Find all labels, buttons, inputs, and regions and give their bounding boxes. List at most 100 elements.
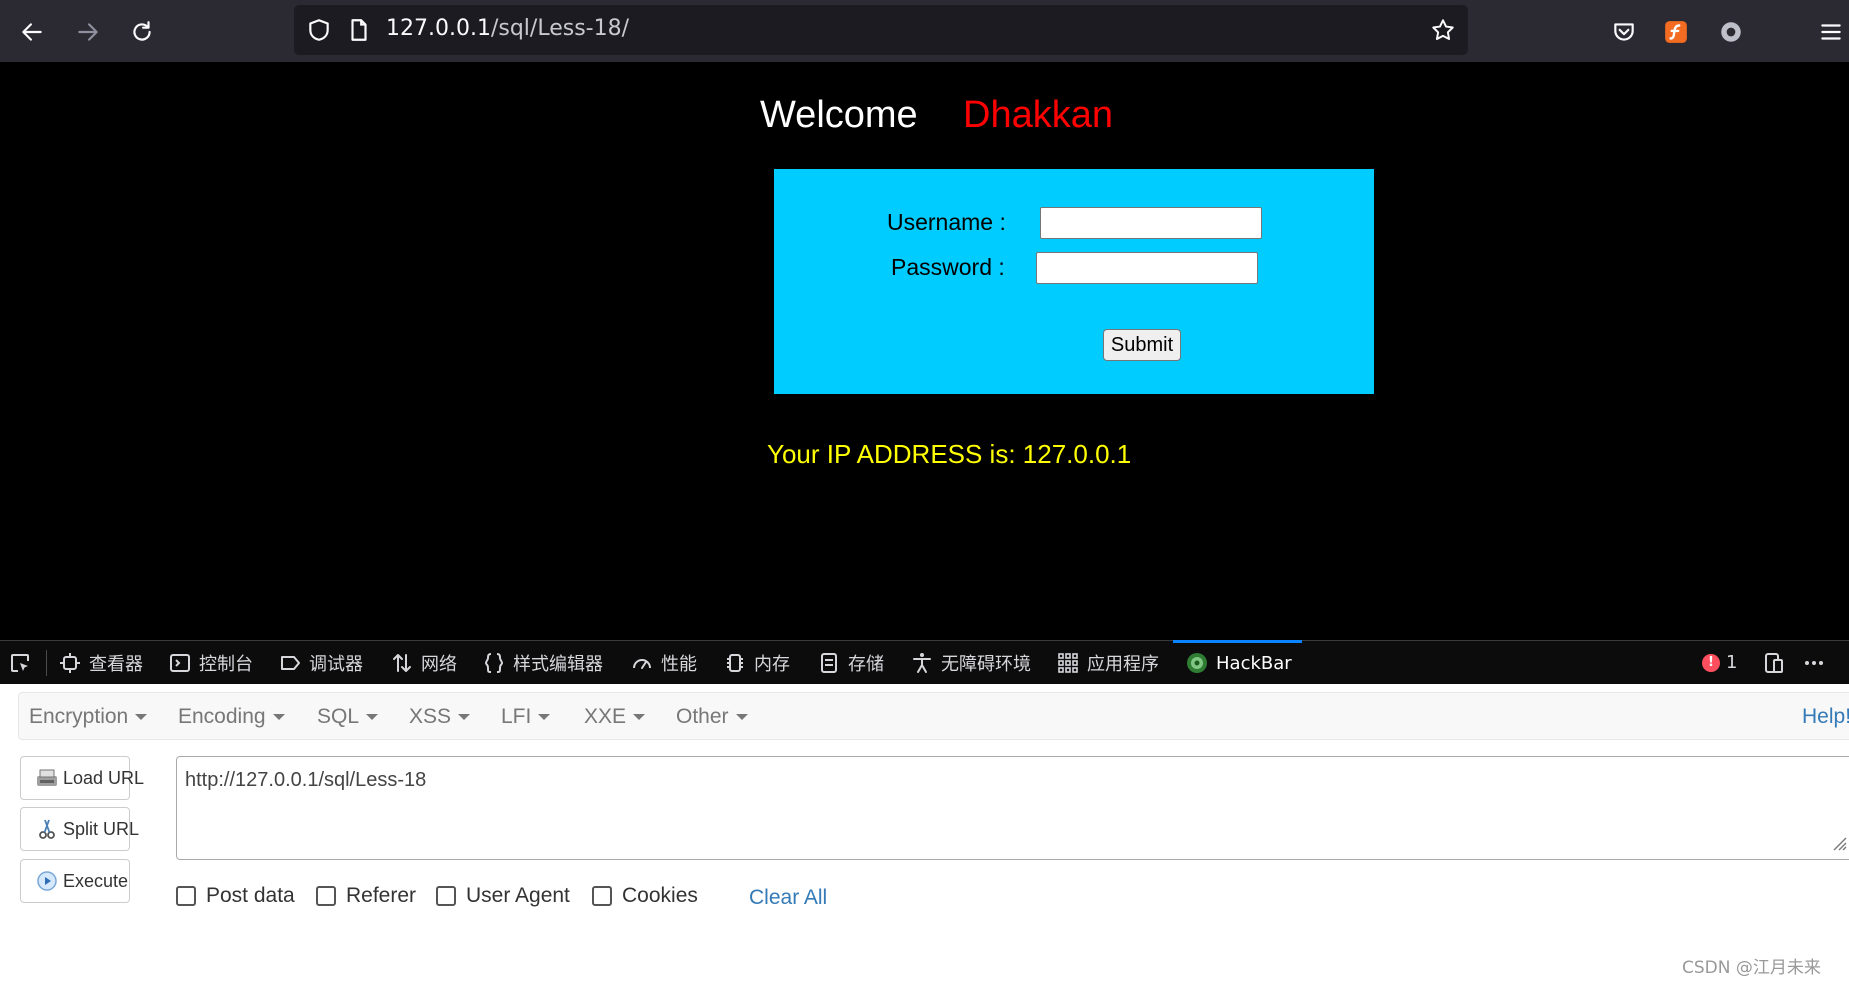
checkbox-user-agent[interactable]: User Agent: [436, 884, 570, 908]
caret-down-icon: [538, 714, 551, 721]
tab-memory[interactable]: 内存: [723, 641, 790, 685]
tab-label: 无障碍环境: [941, 654, 1031, 675]
bookmark-star-icon[interactable]: [1430, 17, 1456, 43]
tab-performance[interactable]: 性能: [630, 641, 697, 685]
menu-xss[interactable]: XSS: [409, 705, 471, 729]
scissors-icon: [39, 819, 55, 839]
error-icon: !: [1702, 653, 1720, 672]
menu-label: SQL: [317, 705, 360, 728]
tab-label: 样式编辑器: [513, 654, 603, 675]
extension-button[interactable]: [1656, 12, 1696, 52]
tab-inspector[interactable]: 查看器: [58, 641, 143, 685]
hamburger-menu-icon: [1821, 24, 1841, 40]
checkbox-box[interactable]: [176, 886, 196, 906]
menu-sql[interactable]: SQL: [317, 705, 379, 729]
hackbar-panel: Encryption Encoding SQL XSS LFI XXE Othe…: [0, 684, 1849, 983]
tab-label: 网络: [421, 654, 457, 675]
menu-label: Encoding: [178, 705, 266, 728]
tab-hackbar[interactable]: HackBar: [1185, 641, 1292, 685]
url-textarea[interactable]: http://127.0.0.1/sql/Less-18: [176, 756, 1849, 860]
tab-label: 存储: [848, 654, 884, 675]
checkbox-label: User Agent: [466, 884, 570, 907]
address-bar[interactable]: 127.0.0.1/sql/Less-18/: [294, 5, 1468, 55]
hackbar-menu: Encryption Encoding SQL XSS LFI XXE Othe…: [18, 692, 1849, 740]
checkbox-referer[interactable]: Referer: [316, 884, 416, 908]
storage-icon: [821, 653, 837, 673]
help-link[interactable]: Help!: [1802, 705, 1849, 729]
menu-label: Encryption: [29, 705, 129, 728]
execute-button[interactable]: Execute: [20, 859, 130, 903]
button-label: Load URL: [63, 767, 145, 788]
menu-other[interactable]: Other: [676, 705, 748, 729]
checkbox-box[interactable]: [592, 886, 612, 906]
play-icon: [37, 871, 57, 891]
url-text[interactable]: 127.0.0.1/sql/Less-18/: [386, 16, 629, 41]
console-icon: [170, 654, 190, 672]
performance-icon: [633, 659, 651, 669]
checkbox-post-data[interactable]: Post data: [176, 884, 295, 908]
password-input[interactable]: [1036, 252, 1258, 284]
page-info-icon[interactable]: [346, 17, 372, 43]
url-host: 127.0.0.1: [386, 16, 491, 41]
ip-address-message: Your IP ADDRESS is: 127.0.0.1: [767, 439, 1132, 469]
tab-storage[interactable]: 存储: [817, 641, 884, 685]
login-form: Username : Password : Submit: [774, 169, 1374, 394]
forward-button[interactable]: [68, 12, 108, 52]
menu-encryption[interactable]: Encryption: [29, 705, 148, 729]
style-editor-icon: [484, 653, 504, 673]
browser-toolbar: 127.0.0.1/sql/Less-18/: [0, 0, 1849, 62]
responsive-design-button[interactable]: [1762, 641, 1786, 685]
tab-accessibility[interactable]: 无障碍环境: [910, 641, 1031, 685]
tab-label: 内存: [754, 654, 790, 675]
checkbox-cookies[interactable]: Cookies: [592, 884, 698, 908]
memory-icon: [727, 654, 743, 672]
menu-label: Other: [676, 705, 729, 728]
devtools-divider: [46, 650, 47, 676]
devtools-options-button[interactable]: [1802, 641, 1826, 685]
load-url-button[interactable]: Load URL: [20, 756, 144, 800]
more-options-icon: [1805, 661, 1823, 665]
checkbox-box[interactable]: [316, 886, 336, 906]
back-button[interactable]: [12, 12, 52, 52]
reload-icon: [133, 21, 151, 41]
app-menu-button[interactable]: [1811, 12, 1849, 52]
account-circle-icon: [1721, 22, 1741, 42]
password-label: Password :: [891, 254, 1005, 280]
checkbox-label: Post data: [206, 884, 295, 907]
web-page: Welcome Dhakkan Username : Password : Su…: [0, 62, 1849, 640]
username-input[interactable]: [1040, 207, 1262, 239]
tracking-shield-icon[interactable]: [306, 17, 332, 43]
responsive-design-icon: [1765, 653, 1783, 673]
menu-lfi[interactable]: LFI: [501, 705, 551, 729]
submit-button[interactable]: Submit: [1103, 329, 1181, 361]
pocket-button[interactable]: [1604, 12, 1644, 52]
menu-xxe[interactable]: XXE: [584, 705, 646, 729]
menu-label: XSS: [409, 705, 452, 728]
checkbox-label: Cookies: [622, 884, 698, 907]
hackbar-icon: [1187, 653, 1207, 673]
tab-application[interactable]: 应用程序: [1056, 641, 1159, 685]
tab-network[interactable]: 网络: [390, 641, 457, 685]
tab-style-editor[interactable]: 样式编辑器: [482, 641, 603, 685]
tab-debugger[interactable]: 调试器: [278, 641, 363, 685]
error-count-badge[interactable]: ! 1: [1702, 652, 1737, 673]
tab-console[interactable]: 控制台: [168, 641, 253, 685]
caret-down-icon: [458, 714, 471, 721]
flash-extension-icon: [1665, 21, 1687, 43]
clear-all-link[interactable]: Clear All: [749, 886, 827, 910]
caret-down-icon: [633, 714, 646, 721]
error-count: 1: [1726, 652, 1738, 673]
split-url-button[interactable]: Split URL: [20, 807, 139, 851]
tab-label: 控制台: [199, 654, 253, 675]
resize-grip-icon[interactable]: [1828, 832, 1848, 852]
menu-encoding[interactable]: Encoding: [178, 705, 285, 729]
tab-label: 性能: [661, 654, 697, 675]
element-picker-button[interactable]: [8, 641, 32, 685]
caret-down-icon: [135, 714, 148, 721]
caret-down-icon: [735, 714, 748, 721]
account-button[interactable]: [1711, 12, 1751, 52]
reload-button[interactable]: [122, 12, 162, 52]
checkbox-box[interactable]: [436, 886, 456, 906]
element-picker-icon: [11, 654, 29, 672]
pocket-icon: [1614, 23, 1634, 41]
